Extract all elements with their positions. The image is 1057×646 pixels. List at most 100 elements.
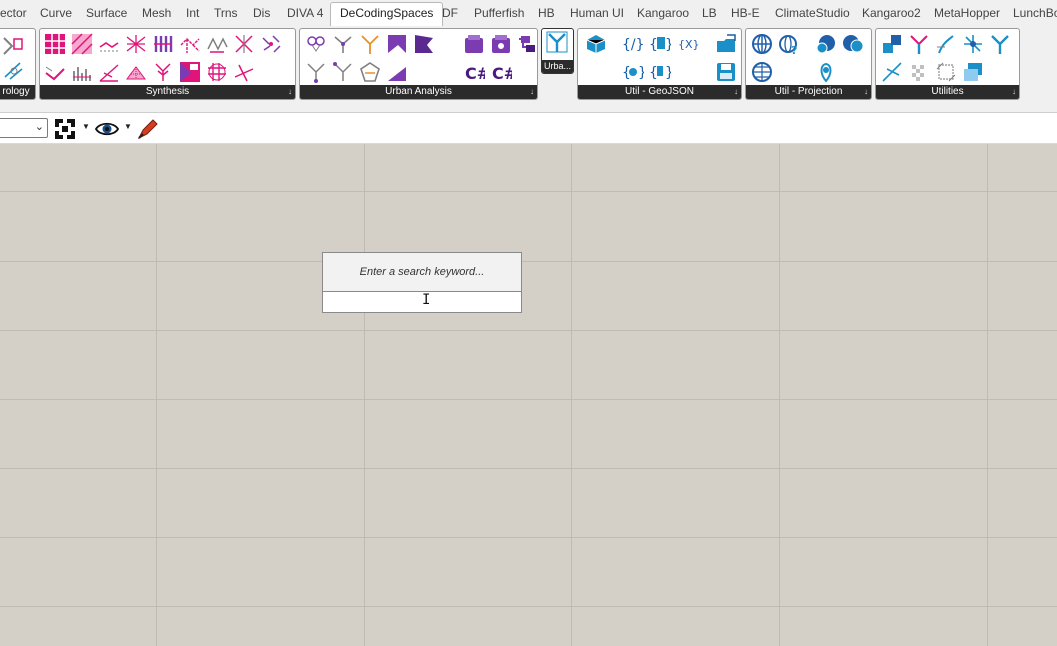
preview-dropdown-caret-icon[interactable]: ▼ [124, 122, 132, 131]
urban-gradient-icon[interactable] [386, 61, 408, 83]
panel-expand-icon[interactable]: ↓ [530, 85, 534, 99]
morphology-lines-icon[interactable] [2, 59, 24, 81]
svg-text:}: } [665, 37, 671, 53]
csharp-script-icon[interactable]: C# [463, 61, 485, 83]
tab-curve[interactable]: Curve [40, 6, 72, 20]
utility-nodes-icon[interactable] [962, 33, 984, 55]
zoom-extents-icon[interactable] [53, 117, 77, 141]
urban-stack-icon[interactable] [463, 33, 485, 55]
document-selector-dropdown[interactable]: ⌄ [0, 118, 48, 138]
globe-query-icon[interactable]: ? [778, 33, 800, 55]
panel-urban-analysis: C# C# Urban Analysis ↓ [299, 28, 538, 100]
tab-metahopper[interactable]: MetaHopper [934, 6, 1000, 20]
urban-reach-icon[interactable] [359, 33, 381, 55]
tab-int[interactable]: Int [186, 6, 199, 20]
urban-centrality-icon[interactable] [305, 33, 327, 55]
tab-kangaroo[interactable]: Kangaroo [637, 6, 689, 20]
geojson-parse-icon[interactable]: {/} [622, 33, 644, 55]
panel-synthesis: Synthesis ↓ [39, 28, 296, 100]
tab-hb-e[interactable]: HB-E [731, 6, 760, 20]
tab-human-ui[interactable]: Human UI [570, 6, 624, 20]
urban-narrow-icon[interactable] [546, 31, 568, 53]
tab-climatestudio[interactable]: ClimateStudio [775, 6, 850, 20]
utility-frame-icon[interactable] [935, 61, 957, 83]
synthesis-tree-icon[interactable] [152, 61, 174, 83]
preview-eye-icon[interactable] [94, 117, 120, 141]
open-folder-icon[interactable] [715, 33, 737, 55]
globe-transform-icon[interactable] [842, 33, 864, 55]
urban-split-icon[interactable] [332, 61, 354, 83]
tab-dis[interactable]: Dis [253, 6, 270, 20]
panel-expand-icon[interactable]: ↓ [1012, 85, 1016, 99]
geojson-link-icon[interactable]: {} [622, 61, 644, 83]
synthesis-mesh-icon[interactable] [125, 61, 147, 83]
geojson-object-icon[interactable]: {} [649, 33, 671, 55]
synthesis-parallel-icon[interactable] [152, 33, 174, 55]
tab-diva4[interactable]: DIVA 4 [287, 6, 323, 20]
synthesis-street-grid-icon[interactable] [44, 33, 66, 55]
panel-utilities: Utilities ↓ [875, 28, 1020, 100]
synthesis-branch-icon[interactable] [179, 33, 201, 55]
utility-crosshair-icon[interactable] [881, 61, 903, 83]
utility-layers-icon[interactable] [962, 61, 984, 83]
utility-branch-icon[interactable] [989, 33, 1011, 55]
grasshopper-canvas[interactable] [0, 144, 1057, 646]
panel-expand-icon[interactable]: ↓ [734, 85, 738, 99]
svg-text:C#: C# [465, 64, 485, 83]
panel-morphology: rology [0, 28, 36, 100]
morphology-grid-icon[interactable] [2, 34, 24, 56]
utility-curve-icon[interactable] [935, 33, 957, 55]
globe-settings-icon[interactable] [815, 33, 837, 55]
python-icon[interactable] [517, 33, 537, 55]
synthesis-grid-icon[interactable] [206, 61, 228, 83]
location-pin-icon[interactable] [815, 61, 837, 83]
tab-vector[interactable]: ector [0, 6, 27, 20]
urban-visibility-icon[interactable] [359, 61, 381, 83]
urban-node-icon[interactable] [305, 61, 327, 83]
panel-expand-icon[interactable]: ↓ [864, 85, 868, 99]
tab-lunchbox[interactable]: LunchBox [1013, 6, 1057, 20]
panel-expand-icon[interactable]: ↓ [288, 85, 292, 99]
urban-polygon-icon[interactable] [413, 33, 435, 55]
svg-text:{X}: {X} [678, 38, 700, 51]
synthesis-cross-icon[interactable] [233, 33, 255, 55]
urban-area-icon[interactable] [386, 33, 408, 55]
tab-lb[interactable]: LB [702, 6, 717, 20]
urban-graph-icon[interactable] [332, 33, 354, 55]
urban-export-icon[interactable] [490, 33, 512, 55]
synthesis-tangent-icon[interactable] [233, 61, 255, 83]
panel-util-geojson: {/} {} {X} {} {} Util - GeoJSON ↓ [577, 28, 742, 100]
save-file-icon[interactable] [715, 61, 737, 83]
zoom-dropdown-caret-icon[interactable]: ▼ [82, 122, 90, 131]
tab-trns[interactable]: Trns [214, 6, 238, 20]
synthesis-zigzag-icon[interactable] [206, 33, 228, 55]
tab-pufferfish[interactable]: Pufferfish [474, 6, 524, 20]
tab-df[interactable]: DF [442, 6, 458, 20]
tab-hb[interactable]: HB [538, 6, 555, 20]
synthesis-scatter-icon[interactable] [260, 33, 282, 55]
geojson-variable-icon[interactable]: {X} [678, 33, 700, 55]
geojson-file-icon[interactable]: {} [649, 61, 671, 83]
synthesis-block-icon[interactable] [179, 61, 201, 83]
canvas-grid-line [0, 261, 1057, 262]
panel-label-morphology: rology [0, 85, 35, 99]
tab-kangaroo2[interactable]: Kangaroo2 [862, 6, 921, 20]
tab-mesh[interactable]: Mesh [142, 6, 171, 20]
synthesis-plot-icon[interactable] [44, 61, 66, 83]
synthesis-offset-lines-icon[interactable] [98, 33, 120, 55]
utility-checker-icon[interactable] [908, 61, 930, 83]
csharp-script-2-icon[interactable]: C# [490, 61, 512, 83]
panel-label-synthesis: Synthesis [40, 85, 295, 99]
tab-decodingspaces[interactable]: DeCodingSpaces [330, 2, 444, 26]
tab-surface[interactable]: Surface [86, 6, 127, 20]
utility-merge-icon[interactable] [908, 33, 930, 55]
synthesis-angle-icon[interactable] [98, 61, 120, 83]
globe-icon[interactable] [751, 33, 773, 55]
synthesis-bars-icon[interactable] [71, 61, 93, 83]
synthesis-subdivide-icon[interactable] [71, 33, 93, 55]
synthesis-network-icon[interactable] [125, 33, 147, 55]
sketch-pen-icon[interactable] [136, 117, 160, 141]
geojson-cube-icon[interactable] [585, 33, 607, 55]
utility-blocks-icon[interactable] [881, 33, 903, 55]
globe-grid-icon[interactable] [751, 61, 773, 83]
